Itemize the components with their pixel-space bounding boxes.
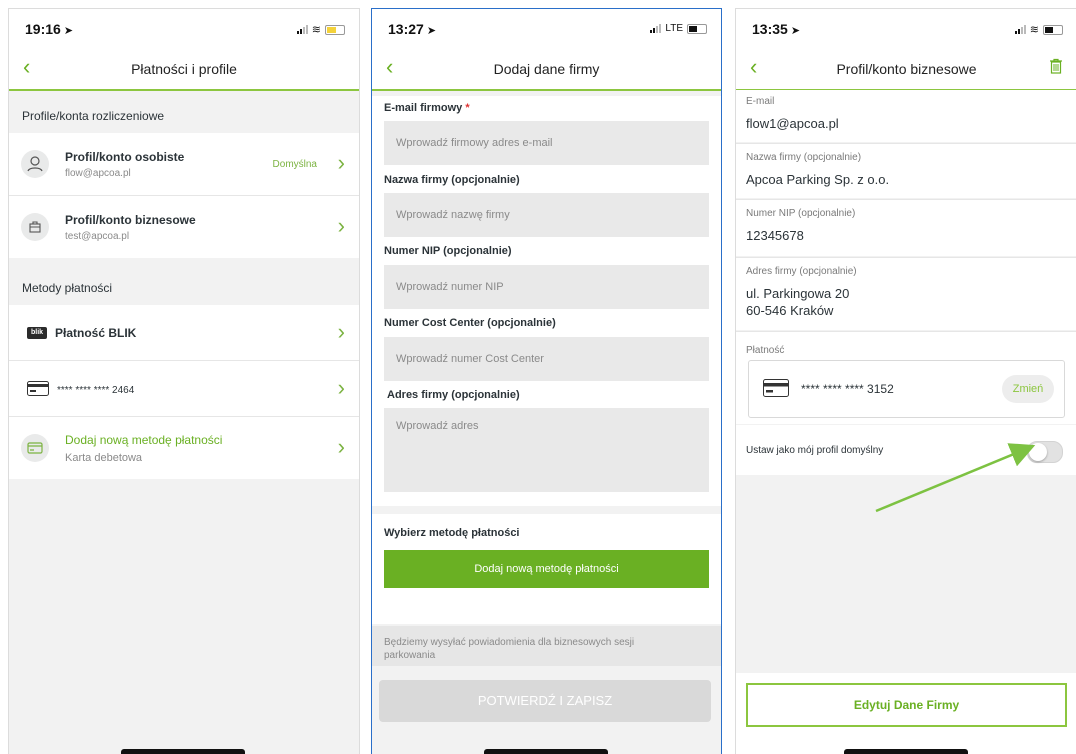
blik-logo-icon: blik xyxy=(27,327,47,339)
cost-center-label: Numer Cost Center (opcjonalnie) xyxy=(384,317,556,329)
profile-title: Profil/konto biznesowe xyxy=(65,213,196,227)
payment-row-blik[interactable]: blik Płatność BLIK › xyxy=(9,305,359,360)
screen-business-profile: 13:35 ➤ ≋ ‹ Profil/konto biznesowe E-mail… xyxy=(735,8,1076,754)
chevron-right-icon: › xyxy=(337,319,345,344)
location-arrow-icon: ➤ xyxy=(63,25,74,37)
annotation-arrow xyxy=(875,443,1036,513)
chevron-right-icon: › xyxy=(337,150,345,175)
signal-icon xyxy=(650,24,662,33)
email-field[interactable]: Wprowadź firmowy adres e-mail xyxy=(384,121,709,165)
address-field[interactable]: Wprowadź adres xyxy=(384,408,709,492)
default-badge: Domyślna xyxy=(272,159,317,170)
location-arrow-icon: ➤ xyxy=(426,25,437,37)
nav-bar: ‹ Płatności i profile xyxy=(9,49,359,91)
profile-email: test@apcoa.pl xyxy=(65,231,130,242)
email-label: E-mail firmowy * xyxy=(384,102,470,114)
nav-bar: ‹ Dodaj dane firmy xyxy=(372,49,721,91)
address-label: Adres firmy (opcjonalnie) xyxy=(387,389,520,401)
status-time: 13:27 ➤ xyxy=(388,21,437,37)
profile-row-personal[interactable]: Profil/konto osobiste flow@apcoa.pl Domy… xyxy=(9,133,359,195)
profile-row-business[interactable]: Profil/konto biznesowe test@apcoa.pl › xyxy=(9,196,359,258)
signal-icon xyxy=(296,25,308,34)
page-title: Płatności i profile xyxy=(131,61,237,77)
nip-field[interactable]: Wprowadź numer NIP xyxy=(384,265,709,309)
add-method-subtitle: Karta debetowa xyxy=(65,452,143,464)
chevron-right-icon: › xyxy=(337,213,345,238)
screen-payments-profiles: 19:16 ➤ ≋ ‹ Płatności i profile Profile/k… xyxy=(8,8,360,754)
company-label: Nazwa firmy (opcjonalnie) xyxy=(384,174,520,186)
section-title-profiles: Profile/konta rozliczeniowe xyxy=(22,109,165,123)
user-icon xyxy=(21,150,49,178)
payment-label: **** **** **** 2464 xyxy=(57,385,135,396)
add-payment-method-button[interactable]: Dodaj nową metodę płatności xyxy=(384,550,709,588)
cost-center-field[interactable]: Wprowadź numer Cost Center xyxy=(384,337,709,381)
payment-label: Płatność BLIK xyxy=(55,326,137,340)
page-title: Dodaj dane firmy xyxy=(493,61,600,77)
battery-icon xyxy=(325,24,345,35)
chevron-right-icon: › xyxy=(337,375,345,400)
screen-add-company: 13:27 ➤ LTE ‹ Dodaj dane firmy E-mail fir… xyxy=(371,8,722,754)
add-method-title: Dodaj nową metodę płatności xyxy=(65,433,223,447)
briefcase-icon xyxy=(21,213,49,241)
add-payment-method-row[interactable]: Dodaj nową metodę płatności Karta debeto… xyxy=(9,417,359,479)
section-title-payments: Metody płatności xyxy=(22,281,113,295)
card-icon xyxy=(27,381,49,401)
profile-email: flow@apcoa.pl xyxy=(65,168,131,179)
notice-text: Będziemy wysyłać powiadomienia dla bizne… xyxy=(384,637,635,661)
edit-company-button[interactable]: Edytuj Dane Firmy xyxy=(746,683,1067,727)
network-type: LTE xyxy=(665,23,683,34)
status-time: 19:16 ➤ xyxy=(25,21,74,37)
nip-label: Numer NIP (opcjonalnie) xyxy=(384,245,512,257)
card-add-icon xyxy=(21,434,49,462)
payment-row-card[interactable]: **** **** **** 2464 › xyxy=(9,361,359,416)
confirm-save-button[interactable]: POTWIERDŹ I ZAPISZ xyxy=(379,680,711,722)
company-field[interactable]: Wprowadź nazwę firmy xyxy=(384,193,709,237)
wifi-icon: ≋ xyxy=(311,24,321,36)
home-indicator xyxy=(484,749,608,754)
profile-title: Profil/konto osobiste xyxy=(65,150,185,164)
payment-method-label: Wybierz metodę płatności xyxy=(384,527,520,539)
battery-icon xyxy=(687,23,707,34)
status-bar: 19:16 ➤ ≋ xyxy=(9,9,359,49)
status-bar: 13:27 ➤ LTE xyxy=(372,9,721,49)
home-indicator xyxy=(121,749,245,754)
chevron-right-icon: › xyxy=(337,434,345,459)
home-indicator xyxy=(844,749,968,754)
